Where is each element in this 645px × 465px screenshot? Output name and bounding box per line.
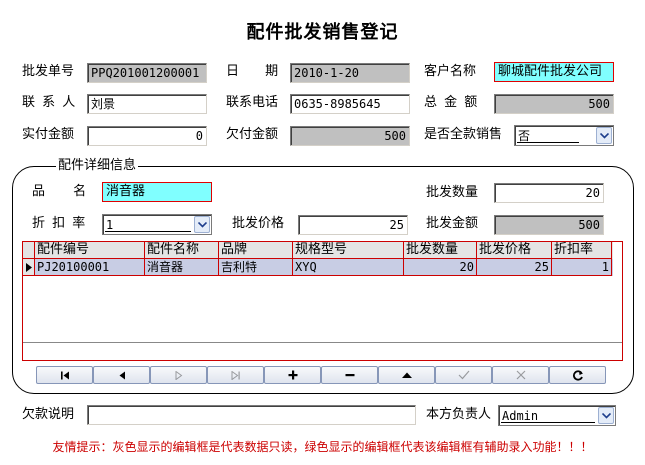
next-icon [175,370,182,380]
phone-label: 联系电话 [226,95,279,110]
grid-header: 配件编号 配件名称 品牌 规格型号 批发数量 批发价格 折扣率 [23,242,613,259]
grid-indicator-header [23,242,35,259]
amount-label: 批发金额 [426,216,479,231]
refresh-record-button[interactable] [549,366,606,384]
first-record-button[interactable] [36,366,93,384]
discount-label: 折 扣 率 [32,216,86,231]
prev-record-button[interactable] [93,366,150,384]
cancel-record-button[interactable] [492,366,549,384]
grid-cell[interactable]: 吉利特 [219,259,293,276]
phone-field[interactable]: 0635-8985645 [290,94,410,114]
qty-label: 批发数量 [426,185,479,200]
grid-scroll-line [23,342,622,343]
detail-group-title: 配件详细信息 [56,158,139,174]
customer-label: 客户名称 [424,64,477,79]
grid-col-header[interactable]: 批发价格 [477,242,552,259]
owed-field[interactable]: 500 [290,126,410,146]
post-icon [458,370,469,380]
paid-label: 实付金额 [22,127,75,142]
hint-text: 友情提示：灰色显示的编辑框是代表数据只读，绿色显示的编辑框代表该编辑框有辅助录入… [52,440,593,454]
date-field[interactable]: 2010-1-20 [290,63,410,83]
add-icon [288,370,297,380]
add-record-button[interactable] [264,366,321,384]
grid-cell[interactable]: XYQ [293,259,404,276]
cancel-icon [516,370,525,380]
edit-record-button[interactable] [378,366,435,384]
post-record-button[interactable] [435,366,492,384]
debt-note-field[interactable] [87,405,416,425]
chevron-down-icon[interactable] [596,127,612,144]
last-icon [231,370,240,380]
row-pointer-icon [23,259,35,276]
owner-label: 本方负责人 [426,407,492,422]
customer-field[interactable]: 聊城配件批发公司 [494,62,614,82]
full-pay-label: 是否全款销售 [424,127,503,142]
order-no-label: 批发单号 [22,64,75,79]
grid-cell[interactable]: PJ20100001 [35,259,145,276]
contact-field[interactable]: 刘景 [87,94,207,114]
delete-record-button[interactable] [321,366,378,384]
full-pay-select[interactable]: 否 [514,125,614,146]
total-label: 总 金 额 [424,95,478,110]
product-label: 品 名 [32,184,87,199]
grid-col-header[interactable]: 品牌 [219,242,293,259]
select-underline [501,422,595,423]
prev-icon [119,371,125,379]
page-title: 配件批发销售登记 [246,22,399,43]
select-underline [105,231,191,232]
delete-icon [345,374,354,377]
first-icon [60,371,69,379]
discount-select[interactable]: 1 [102,214,212,235]
detail-grid[interactable]: 配件编号 配件名称 品牌 规格型号 批发数量 批发价格 折扣率 PJ201000… [22,241,623,361]
grid-cell[interactable]: 1 [552,259,612,276]
owed-label: 欠付金额 [226,127,279,142]
order-no-field[interactable]: PPQ201001200001 [87,63,207,83]
last-record-button[interactable] [207,366,264,384]
price-field[interactable]: 25 [298,215,408,235]
debt-note-label: 欠款说明 [22,407,75,422]
grid-col-header[interactable]: 配件编号 [35,242,145,259]
grid-col-header[interactable]: 配件名称 [145,242,219,259]
grid-cell[interactable]: 消音器 [145,259,219,276]
table-row[interactable]: PJ20100001 消音器 吉利特 XYQ 20 25 1 [23,259,613,276]
price-label: 批发价格 [232,216,285,231]
qty-field[interactable]: 20 [494,183,604,203]
contact-label: 联 系 人 [22,95,76,110]
owner-select[interactable]: Admin [498,405,616,426]
next-record-button[interactable] [150,366,207,384]
product-field[interactable]: 消音器 [102,182,212,202]
record-navigator [36,366,606,384]
grid-col-header[interactable]: 规格型号 [293,242,404,259]
amount-field[interactable]: 500 [494,215,604,235]
chevron-down-icon[interactable] [598,407,614,424]
edit-icon [401,372,412,378]
refresh-icon [572,369,583,381]
paid-field[interactable]: 0 [87,126,207,146]
select-underline [517,142,579,143]
total-field[interactable]: 500 [494,94,614,114]
grid-cell[interactable]: 20 [404,259,477,276]
grid-col-header[interactable]: 折扣率 [552,242,612,259]
grid-cell[interactable]: 25 [477,259,552,276]
grid-col-header[interactable]: 批发数量 [404,242,477,259]
chevron-down-icon[interactable] [194,216,210,233]
date-label: 日 期 [226,64,279,79]
